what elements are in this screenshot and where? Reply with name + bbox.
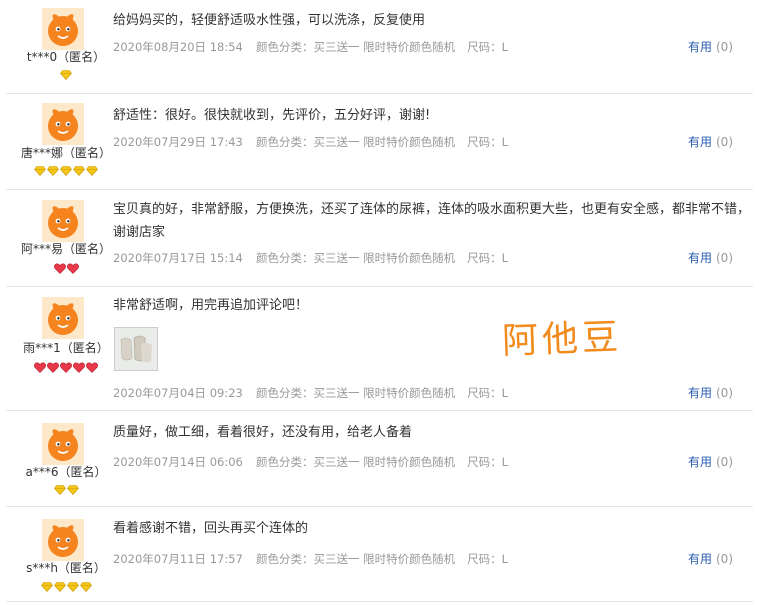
review-date: 2020年07月14日 06:06	[113, 455, 243, 469]
review-meta: 2020年07月14日 06:06 颜色分类：买三送一 限时特价颜色随机 尺码：L	[113, 454, 508, 470]
useful-label[interactable]: 有用	[688, 40, 712, 54]
size-variant: 尺码：L	[467, 251, 509, 265]
review-meta: 2020年07月17日 15:14 颜色分类：买三送一 限时特价颜色随机 尺码：L	[113, 250, 508, 266]
reviewer-level-badges	[6, 263, 126, 275]
useful-label[interactable]: 有用	[688, 552, 712, 566]
review-item: a***6（匿名） 质量好，做工细，看着很好，还没有用，给老人备着 2020年07月…	[6, 411, 753, 507]
gold-diamond-icon	[66, 582, 79, 601]
useful-vote-button[interactable]: 有用 (0)	[688, 249, 733, 266]
review-item: s***h（匿名） 看着感谢不错，回头再买个连体的 2020年07月11日 17:5…	[6, 507, 753, 602]
useful-label[interactable]: 有用	[688, 135, 712, 149]
color-variant: 颜色分类：买三送一 限时特价颜色随机	[256, 135, 456, 149]
review-text: 非常舒适啊，用完再追加评论吧！	[113, 298, 309, 313]
useful-label[interactable]: 有用	[688, 455, 712, 469]
orange-mascot-avatar-icon[interactable]	[42, 297, 84, 339]
review-item: 唐***娜（匿名） 舒适性：很好。很快就收到，先评价，五分好评，谢谢! 2020年0…	[6, 94, 753, 190]
gold-diamond-icon	[79, 582, 92, 601]
red-heart-icon	[86, 362, 99, 381]
review-date: 2020年07月17日 15:14	[113, 251, 243, 265]
red-heart-icon	[66, 263, 79, 282]
orange-mascot-avatar-icon[interactable]	[42, 8, 84, 50]
review-item: t***0（匿名） 给妈妈买的，轻便舒适吸水性强，可以洗涤，反复使用 2020年08…	[6, 0, 753, 94]
review-text: 舒适性：很好。很快就收到，先评价，五分好评，谢谢!	[113, 108, 431, 123]
review-text: 看着感谢不错，回头再买个连体的	[113, 521, 309, 536]
useful-vote-button[interactable]: 有用 (0)	[688, 384, 733, 401]
review-meta: 2020年08月20日 18:54 颜色分类：买三送一 限时特价颜色随机 尺码：L	[113, 39, 508, 55]
useful-vote-button[interactable]: 有用 (0)	[688, 133, 733, 150]
color-variant: 颜色分类：买三送一 限时特价颜色随机	[256, 552, 456, 566]
review-meta: 2020年07月29日 17:43 颜色分类：买三送一 限时特价颜色随机 尺码：L	[113, 134, 508, 150]
reviewer-name: 雨***1（匿名）	[23, 341, 109, 355]
review-date: 2020年08月20日 18:54	[113, 40, 243, 54]
review-date: 2020年07月29日 17:43	[113, 135, 243, 149]
orange-mascot-avatar-icon[interactable]	[42, 519, 84, 561]
useful-label[interactable]: 有用	[688, 386, 712, 400]
size-variant: 尺码：L	[467, 386, 509, 400]
reviewer-level-badges	[6, 166, 126, 178]
review-item: 阿***易（匿名） 宝贝真的好，非常舒服，方便换洗，还买了连体的尿裤，连体的吸水面…	[6, 190, 753, 287]
orange-mascot-avatar-icon[interactable]	[42, 103, 84, 145]
reviewer-name: s***h（匿名）	[26, 561, 106, 575]
gold-diamond-icon	[60, 166, 73, 185]
useful-count: (0)	[716, 40, 733, 54]
reviewer-name: t***0（匿名）	[26, 50, 106, 64]
review-meta: 2020年07月04日 09:23 颜色分类：买三送一 限时特价颜色随机 尺码：L	[113, 385, 508, 401]
reviewer-name: 阿***易（匿名）	[20, 242, 111, 256]
red-heart-icon	[34, 362, 47, 381]
reviewer-name: 唐***娜（匿名）	[20, 146, 111, 160]
color-variant: 颜色分类：买三送一 限时特价颜色随机	[256, 251, 456, 265]
orange-mascot-avatar-icon[interactable]	[42, 200, 84, 242]
gold-diamond-icon	[86, 166, 99, 185]
reviewer-level-badges	[6, 582, 126, 594]
useful-vote-button[interactable]: 有用 (0)	[688, 453, 733, 470]
review-text: 给妈妈买的，轻便舒适吸水性强，可以洗涤，反复使用	[113, 13, 426, 28]
useful-count: (0)	[716, 455, 733, 469]
gold-diamond-icon	[53, 582, 66, 601]
gold-diamond-icon	[73, 166, 86, 185]
review-date: 2020年07月04日 09:23	[113, 386, 243, 400]
review-photo-thumbnail[interactable]	[114, 327, 158, 371]
orange-mascot-avatar-icon[interactable]	[42, 423, 84, 465]
color-variant: 颜色分类：买三送一 限时特价颜色随机	[256, 386, 456, 400]
size-variant: 尺码：L	[467, 455, 509, 469]
red-heart-icon	[47, 362, 60, 381]
size-variant: 尺码：L	[467, 552, 509, 566]
useful-count: (0)	[716, 135, 733, 149]
useful-count: (0)	[716, 552, 733, 566]
color-variant: 颜色分类：买三送一 限时特价颜色随机	[256, 455, 456, 469]
review-text: 质量好，做工细，看着很好，还没有用，给老人备着	[113, 425, 413, 440]
red-heart-icon	[73, 362, 86, 381]
useful-count: (0)	[716, 386, 733, 400]
gold-diamond-icon	[47, 166, 60, 185]
reviewer-level-badges	[6, 70, 126, 82]
gold-diamond-icon	[66, 485, 79, 504]
reviewer-name: a***6（匿名）	[25, 465, 107, 479]
size-variant: 尺码：L	[467, 135, 509, 149]
review-date: 2020年07月11日 17:57	[113, 552, 243, 566]
red-heart-icon	[53, 263, 66, 282]
reviewer-level-badges	[6, 485, 126, 497]
gold-diamond-icon	[53, 485, 66, 504]
useful-count: (0)	[716, 251, 733, 265]
gold-diamond-icon	[60, 70, 73, 89]
gold-diamond-icon	[40, 582, 53, 601]
watermark: 阿他豆	[501, 316, 623, 363]
color-variant: 颜色分类：买三送一 限时特价颜色随机	[256, 40, 456, 54]
useful-label[interactable]: 有用	[688, 251, 712, 265]
size-variant: 尺码：L	[467, 40, 509, 54]
review-text: 宝贝真的好，非常舒服，方便换洗，还买了连体的尿裤，连体的吸水面积更大些，也更有安…	[113, 202, 751, 240]
review-meta: 2020年07月11日 17:57 颜色分类：买三送一 限时特价颜色随机 尺码：L	[113, 551, 508, 567]
useful-vote-button[interactable]: 有用 (0)	[688, 38, 733, 55]
red-heart-icon	[60, 362, 73, 381]
useful-vote-button[interactable]: 有用 (0)	[688, 550, 733, 567]
gold-diamond-icon	[34, 166, 47, 185]
reviewer-level-badges	[6, 362, 126, 374]
review-item: 雨***1（匿名） 非常舒适啊，用完再追加评论吧！ 2020年07月04日 09:2…	[6, 287, 753, 411]
